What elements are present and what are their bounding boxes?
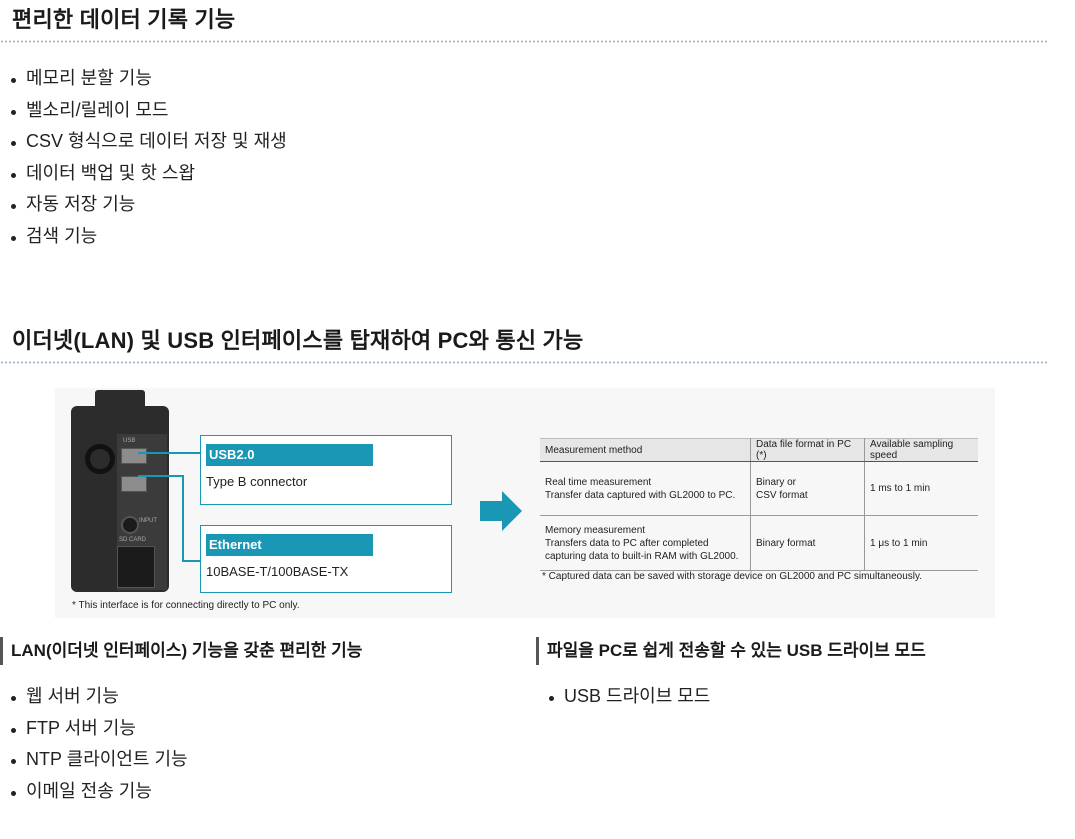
arrow-right-icon (480, 491, 522, 531)
list-item: 데이터 백업 및 핫 스왑 (8, 158, 287, 190)
cell-text: Binary or (756, 476, 797, 488)
ethernet-box-title: Ethernet (206, 534, 373, 556)
list-item: 벨소리/릴레이 모드 (8, 95, 287, 127)
usb-drive-feature-list: USB 드라이브 모드 (546, 681, 710, 713)
cell-text: CSV format (756, 489, 808, 501)
cell-text: Memory measurement (545, 524, 646, 536)
table-header-row: Measurement method Data file format in P… (540, 438, 978, 462)
list-item: 이메일 전송 기능 (8, 776, 188, 808)
table-cell: Binary format (750, 515, 865, 571)
usb-info-box: USB2.0 Type B connector (200, 435, 452, 505)
measurement-spec-table: Measurement method Data file format in P… (540, 438, 978, 571)
table-cell: Memory measurement Transfers data to PC … (540, 515, 751, 571)
section-title-pc-communication: 이더넷(LAN) 및 USB 인터페이스를 탑재하여 PC와 통신 가능 (12, 328, 584, 353)
data-recording-feature-list: 메모리 분할 기능 벨소리/릴레이 모드 CSV 형식으로 데이터 저장 및 재… (8, 63, 287, 253)
cell-text: capturing data to built-in RAM with GL20… (545, 550, 739, 562)
dotted-divider (0, 361, 1048, 364)
table-row: Memory measurement Transfers data to PC … (540, 515, 978, 571)
table-cell: Binary or CSV format (750, 461, 865, 516)
usb-box-title: USB2.0 (206, 444, 373, 466)
list-item: USB 드라이브 모드 (546, 681, 710, 713)
list-item: CSV 형식으로 데이터 저장 및 재생 (8, 126, 287, 158)
column-header: Data file format in PC (*) (750, 438, 865, 462)
list-item: 메모리 분할 기능 (8, 63, 287, 95)
column-header: Measurement method (540, 438, 751, 462)
list-item: 웹 서버 기능 (8, 681, 188, 713)
ethernet-box-subtitle: 10BASE-T/100BASE-TX (206, 564, 349, 579)
lan-feature-list: 웹 서버 기능 FTP 서버 기능 NTP 클라이언트 기능 이메일 전송 기능 (8, 681, 188, 807)
cell-text: Transfer data captured with GL2000 to PC… (545, 489, 736, 501)
column-header: Available sampling speed (864, 438, 978, 462)
list-item: FTP 서버 기능 (8, 713, 188, 745)
ethernet-info-box: Ethernet 10BASE-T/100BASE-TX (200, 525, 452, 593)
cell-text: Transfers data to PC after completed (545, 537, 709, 549)
interface-note: * This interface is for connecting direc… (72, 600, 300, 611)
subsection-title-usb-drive: 파일을 PC로 쉽게 전송할 수 있는 USB 드라이브 모드 (536, 637, 926, 665)
cell-text: Real time measurement (545, 476, 652, 488)
table-note: * Captured data can be saved with storag… (542, 571, 923, 582)
table-cell: Real time measurement Transfer data capt… (540, 461, 751, 516)
section-title-data-recording: 편리한 데이터 기록 기능 (12, 7, 236, 32)
table-row: Real time measurement Transfer data capt… (540, 461, 978, 516)
dotted-divider (0, 40, 1048, 43)
usb-box-subtitle: Type B connector (206, 474, 308, 489)
table-cell: 1 ms to 1 min (864, 461, 978, 516)
list-item: 검색 기능 (8, 221, 287, 253)
interface-figure: USB INPUT SD CARD USB2.0 Type B connecto… (55, 388, 995, 618)
list-item: NTP 클라이언트 기능 (8, 744, 188, 776)
subsection-title-lan: LAN(이더넷 인터페이스) 기능을 갖춘 편리한 기능 (0, 637, 362, 665)
list-item: 자동 저장 기능 (8, 189, 287, 221)
table-cell: 1 μs to 1 min (864, 515, 978, 571)
